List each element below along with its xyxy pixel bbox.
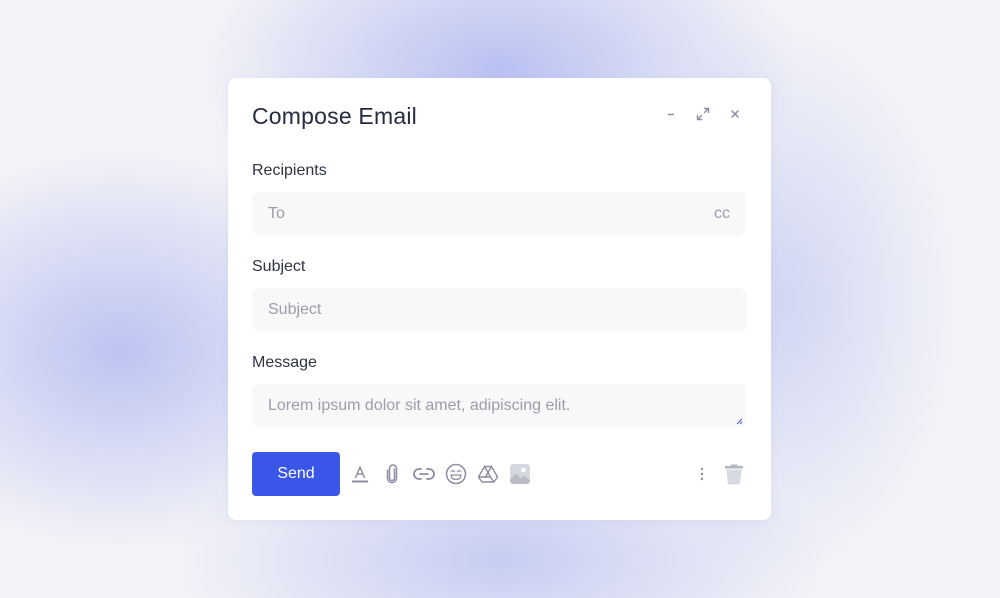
minimize-icon bbox=[668, 113, 674, 116]
message-placeholder: Lorem ipsum dolor sit amet, adipiscing e… bbox=[268, 397, 571, 414]
text-format-icon bbox=[352, 466, 368, 483]
trash-icon bbox=[725, 464, 743, 485]
subject-label: Subject bbox=[252, 258, 306, 275]
more-options-button[interactable] bbox=[690, 462, 714, 486]
attachment-icon bbox=[386, 464, 398, 484]
close-icon bbox=[731, 110, 739, 118]
attach-file-button[interactable] bbox=[380, 462, 404, 486]
message-textarea[interactable]: Lorem ipsum dolor sit amet, adipiscing e… bbox=[252, 384, 746, 428]
insert-link-button[interactable] bbox=[412, 462, 436, 486]
drive-button[interactable] bbox=[476, 462, 500, 486]
resize-handle-icon[interactable] bbox=[736, 418, 743, 425]
insert-image-button[interactable] bbox=[508, 462, 532, 486]
more-vertical-icon bbox=[700, 467, 704, 481]
recipients-input[interactable]: To cc bbox=[252, 192, 746, 236]
drive-icon bbox=[477, 465, 499, 483]
close-button[interactable] bbox=[727, 106, 743, 122]
subject-placeholder: Subject bbox=[268, 301, 322, 318]
link-icon bbox=[413, 468, 435, 480]
cc-button[interactable]: cc bbox=[714, 205, 730, 223]
send-button[interactable]: Send bbox=[252, 452, 340, 496]
emoji-button[interactable] bbox=[444, 462, 468, 486]
compose-email-dialog: Compose Email Recipients To cc Subject S… bbox=[228, 78, 771, 520]
subject-input[interactable]: Subject bbox=[252, 288, 747, 332]
expand-icon bbox=[696, 107, 710, 121]
dialog-title: Compose Email bbox=[252, 103, 417, 129]
emoji-icon bbox=[445, 463, 467, 485]
recipients-label: Recipients bbox=[252, 162, 327, 179]
recipients-placeholder: To bbox=[268, 205, 285, 222]
image-icon bbox=[510, 464, 530, 484]
expand-button[interactable] bbox=[695, 106, 711, 122]
message-label: Message bbox=[252, 354, 317, 371]
minimize-button[interactable] bbox=[663, 106, 679, 122]
text-format-button[interactable] bbox=[348, 462, 372, 486]
delete-draft-button[interactable] bbox=[722, 462, 746, 486]
